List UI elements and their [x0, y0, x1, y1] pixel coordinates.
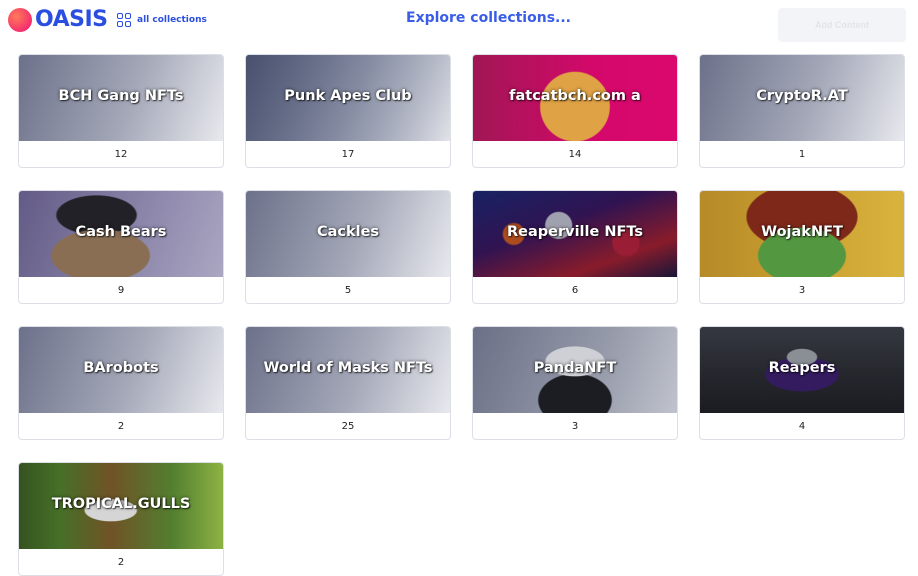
add-content-button[interactable]: Add Content: [778, 8, 906, 42]
collection-card[interactable]: TROPICAL.GULLS 2: [18, 462, 224, 576]
collection-card[interactable]: Reapers 4: [699, 326, 905, 440]
collection-title: fatcatbch.com a: [509, 88, 641, 104]
collection-card[interactable]: Reaperville NFTs 6: [472, 190, 678, 304]
oasis-logo[interactable]: OASIS: [8, 7, 108, 32]
collection-title: CryptoR.AT: [756, 88, 848, 104]
collection-banner: BCH Gang NFTs: [19, 55, 223, 141]
collection-count: 3: [571, 421, 579, 432]
collection-count: 17: [341, 149, 355, 160]
top-bar: OASIS all collections Explore collection…: [0, 0, 918, 48]
collection-title: Cackles: [316, 224, 380, 240]
collections-grid: BCH Gang NFTs 12 Punk Apes Club 17 fatca…: [18, 54, 905, 576]
collection-banner: World of Masks NFTs: [246, 327, 450, 413]
collection-title: Reapers: [768, 360, 836, 376]
collection-title: Reaperville NFTs: [506, 224, 644, 240]
collection-title: PandaNFT: [533, 360, 617, 376]
collection-banner: Reapers: [700, 327, 904, 413]
grid-icon: [117, 13, 131, 27]
collection-title: WojakNFT: [761, 224, 843, 240]
collection-card[interactable]: fatcatbch.com a 14: [472, 54, 678, 168]
collection-count: 2: [117, 557, 125, 568]
collection-count: 2: [117, 421, 125, 432]
collection-title: BCH Gang NFTs: [58, 88, 184, 104]
collection-count: 25: [341, 421, 355, 432]
all-collections-link[interactable]: all collections: [117, 13, 207, 27]
collection-banner: PandaNFT: [473, 327, 677, 413]
collection-count: 1: [798, 149, 806, 160]
collection-card[interactable]: BCH Gang NFTs 12: [18, 54, 224, 168]
collection-title: Punk Apes Club: [284, 88, 412, 104]
collection-card[interactable]: PandaNFT 3: [472, 326, 678, 440]
collection-banner: TROPICAL.GULLS: [19, 463, 223, 549]
collection-title: World of Masks NFTs: [263, 360, 433, 376]
logo-text: OASIS: [35, 7, 108, 32]
collection-title: Cash Bears: [75, 224, 167, 240]
collection-count: 5: [344, 285, 352, 296]
collection-title: BArobots: [83, 360, 159, 376]
collection-count: 6: [571, 285, 579, 296]
collection-card[interactable]: WojakNFT 3: [699, 190, 905, 304]
collection-banner: Punk Apes Club: [246, 55, 450, 141]
collection-count: 9: [117, 285, 125, 296]
collection-banner: fatcatbch.com a: [473, 55, 677, 141]
collection-banner: BArobots: [19, 327, 223, 413]
collection-count: 4: [798, 421, 806, 432]
collection-count: 14: [568, 149, 582, 160]
all-collections-label: all collections: [137, 15, 207, 25]
collection-card[interactable]: Cash Bears 9: [18, 190, 224, 304]
collection-card[interactable]: World of Masks NFTs 25: [245, 326, 451, 440]
collection-title: TROPICAL.GULLS: [51, 496, 191, 512]
collection-card[interactable]: Punk Apes Club 17: [245, 54, 451, 168]
collection-banner: Cackles: [246, 191, 450, 277]
collection-count: 3: [798, 285, 806, 296]
collection-banner: Reaperville NFTs: [473, 191, 677, 277]
page-title: Explore collections...: [406, 10, 571, 26]
collection-banner: WojakNFT: [700, 191, 904, 277]
collection-banner: CryptoR.AT: [700, 55, 904, 141]
logo-circle-icon: [8, 7, 32, 32]
collection-banner: Cash Bears: [19, 191, 223, 277]
collection-card[interactable]: Cackles 5: [245, 190, 451, 304]
collection-count: 12: [114, 149, 128, 160]
collection-card[interactable]: BArobots 2: [18, 326, 224, 440]
collection-card[interactable]: CryptoR.AT 1: [699, 54, 905, 168]
